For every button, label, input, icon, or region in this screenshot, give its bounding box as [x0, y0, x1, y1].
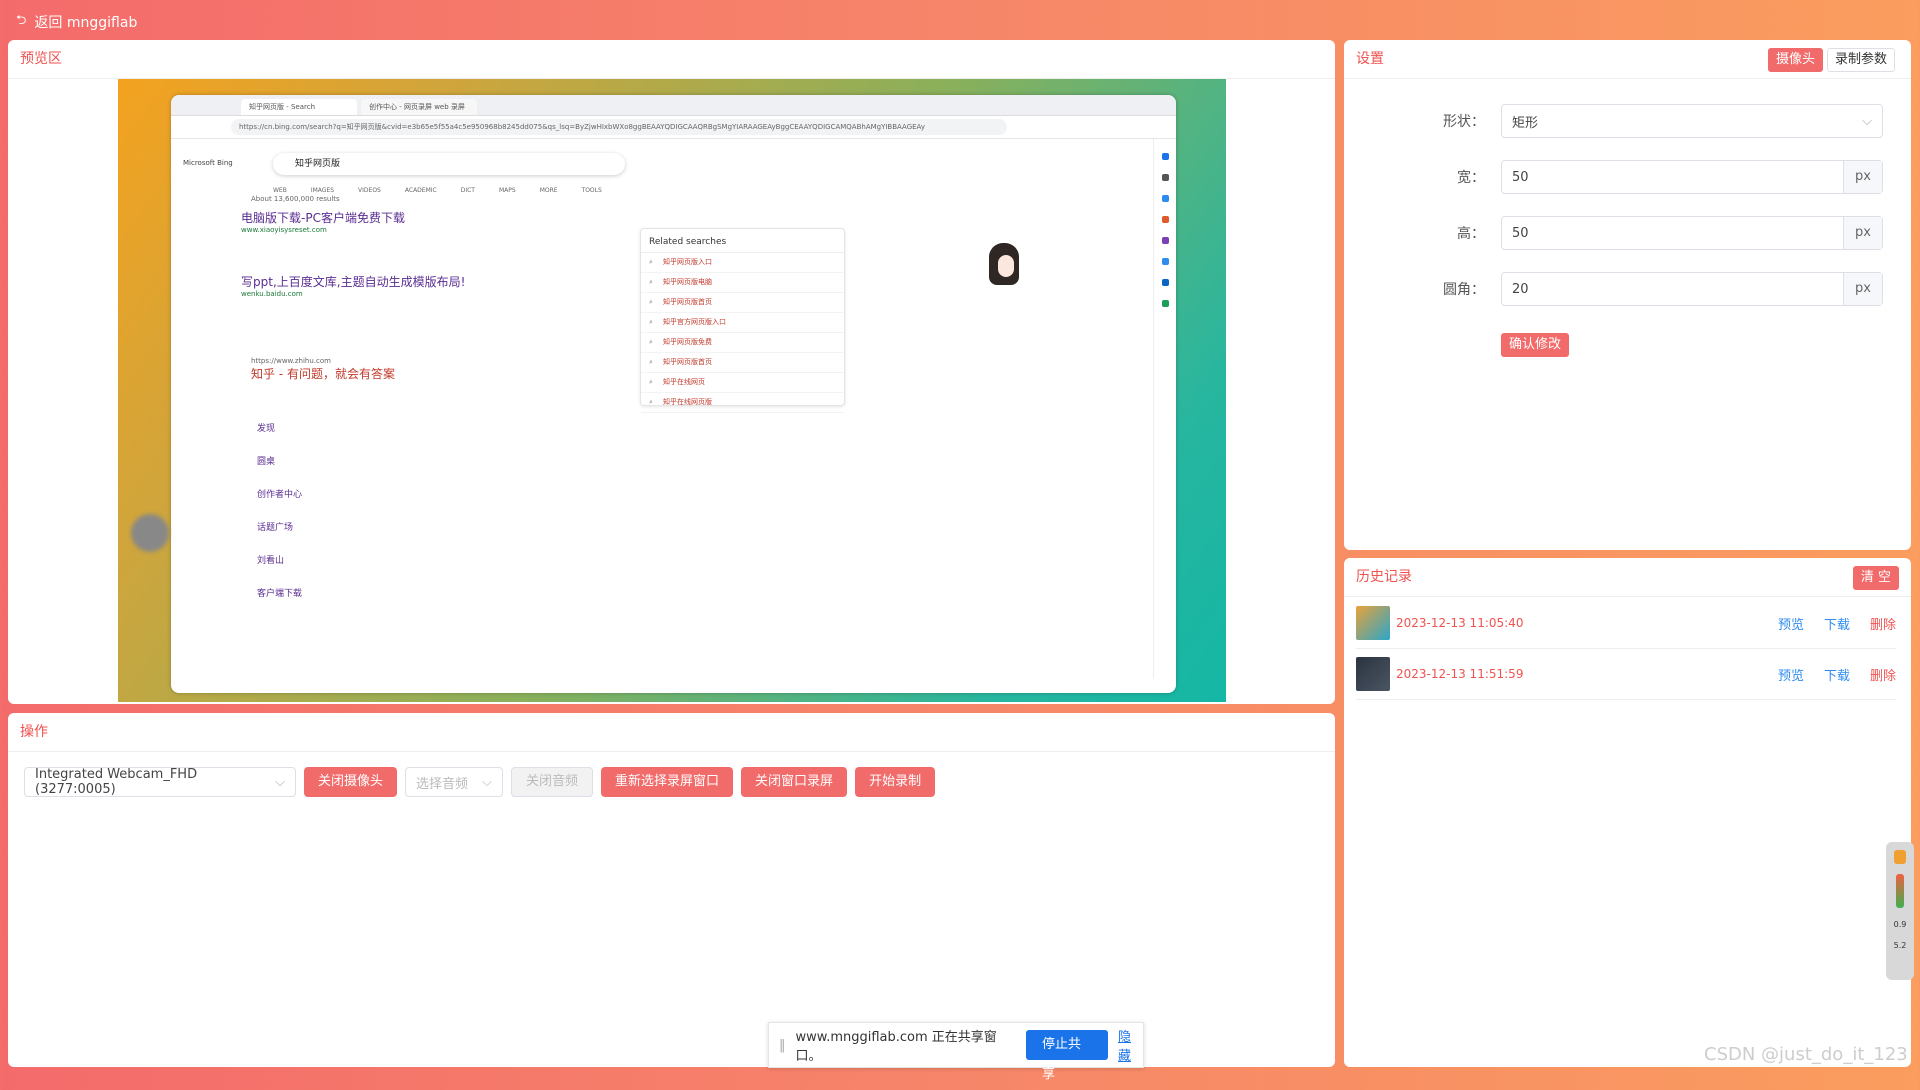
tab-camera[interactable]: 摄像头	[1767, 48, 1823, 72]
share-notification: ‖ www.mnggiflab.com 正在共享窗口。 停止共享 隐藏	[768, 1022, 1144, 1082]
search-result: https://www.zhihu.com 知乎 - 有问题，就会有答案	[251, 357, 395, 381]
reselect-window-button[interactable]: 重新选择录屏窗口	[601, 767, 734, 797]
unit-label: px	[1843, 161, 1882, 193]
clear-button[interactable]: 清 空	[1852, 566, 1899, 590]
watermark: CSDN @just_do_it_123	[1704, 1044, 1908, 1065]
preview-title: 预览区	[8, 40, 1335, 79]
search-result: 写ppt,上百度文库,主题自动生成模版布局! wenku.baidu.com	[241, 275, 466, 298]
browser-tabs: 知乎网页版 - Search 创作中心 - 网页录屏 web 录屏	[171, 95, 1176, 116]
shared-browser-window: 知乎网页版 - Search 创作中心 - 网页录屏 web 录屏 https:…	[171, 95, 1176, 693]
width-label: 宽：	[1457, 170, 1485, 186]
record-time: 2023-12-13 11:05:40	[1396, 616, 1524, 630]
top-bar: ⮌ 返回 mnggiflab	[0, 0, 1920, 40]
bing-search-box: 知乎网页版	[273, 153, 625, 175]
video-thumbnail[interactable]	[1356, 606, 1390, 640]
widget-value-2: 5.2	[1893, 941, 1907, 950]
unit-label: px	[1843, 217, 1882, 249]
preview-panel: 预览区 知乎网页版 - Search 创作中心 - 网页录屏 web 录屏 ht…	[8, 40, 1335, 704]
hide-link[interactable]: 隐藏	[1118, 1026, 1143, 1064]
history-title: 历史记录	[1344, 558, 1911, 597]
settings-tabs: 摄像头 录制参数	[1767, 48, 1895, 72]
bing-nav: WEB IMAGES VIDEOS ACADEMIC DICT MAPS MORE TO…	[273, 187, 602, 194]
chevron-down-icon: ⌵	[482, 774, 493, 790]
start-record-button[interactable]: 开始录制	[855, 767, 936, 797]
height-input[interactable]: 50 px	[1501, 216, 1883, 250]
list-item: 2023-12-13 11:51:59 预览 下载 删除	[1356, 649, 1896, 700]
ops-controls: Integrated Webcam_FHD (3277:0005) ⌵ 关闭摄像…	[24, 767, 936, 797]
back-label: 返回 mnggiflab	[34, 15, 138, 31]
radius-label: 圆角：	[1443, 282, 1485, 298]
results-count: About 13,600,000 results	[251, 195, 340, 203]
delete-link[interactable]: 删除	[1870, 614, 1896, 633]
bing-logo: Microsoft Bing	[183, 159, 233, 167]
height-label: 高：	[1457, 226, 1485, 242]
camera-select[interactable]: Integrated Webcam_FHD (3277:0005) ⌵	[24, 767, 296, 797]
close-audio-button[interactable]: 关闭音频	[511, 767, 594, 797]
radius-input[interactable]: 20 px	[1501, 272, 1883, 306]
history-panel: 历史记录 清 空 2023-12-13 11:05:40 预览 下载 删除 20…	[1344, 558, 1911, 1067]
search-result: 电脑版下载-PC客户端免费下载 www.xiaoyisysreset.com	[241, 211, 405, 234]
record-time: 2023-12-13 11:51:59	[1396, 667, 1524, 681]
chevron-down-icon: ⌵	[1862, 113, 1872, 129]
browser-tab: 创作中心 - 网页录屏 web 录屏	[361, 99, 477, 115]
stop-share-button[interactable]: 停止共享	[1025, 1030, 1108, 1082]
shape-row: 形状： 矩形 ⌵	[1344, 104, 1883, 138]
settings-panel: 设置 摄像头 录制参数 形状： 矩形 ⌵ 宽： 50 px 高： 50 px 圆…	[1344, 40, 1911, 550]
address-bar: https://cn.bing.com/search?q=知乎网页版&cvid=…	[171, 116, 1176, 139]
drag-handle-icon[interactable]: ‖	[779, 1038, 786, 1053]
height-row: 高： 50 px	[1344, 216, 1883, 250]
preview-link[interactable]: 预览	[1778, 665, 1804, 684]
related-searches: Related searches 知乎网页版入口知乎网页版电脑 知乎网页版首页知…	[640, 228, 845, 413]
avatar-icon	[989, 243, 1019, 285]
share-text: www.mnggiflab.com 正在共享窗口。	[795, 1030, 997, 1064]
browser-tab: 知乎网页版 - Search	[241, 99, 357, 115]
download-link[interactable]: 下载	[1824, 614, 1850, 633]
back-link[interactable]: ⮌ 返回 mnggiflab	[16, 11, 137, 33]
unit-label: px	[1843, 273, 1882, 305]
widget-value-1: 0.9	[1893, 920, 1907, 929]
chevron-down-icon: ⌵	[275, 774, 285, 790]
sublinks: 发现 圆桌 创作者中心 话题广场 刘看山 客户端下载	[257, 424, 303, 599]
exit-icon: ⮌	[16, 13, 27, 28]
width-row: 宽： 50 px	[1344, 160, 1883, 194]
close-camera-button[interactable]: 关闭摄像头	[304, 767, 398, 797]
preview-video: 知乎网页版 - Search 创作中心 - 网页录屏 web 录屏 https:…	[118, 79, 1226, 702]
ops-title: 操作	[8, 713, 1335, 752]
shape-label: 形状：	[1443, 114, 1485, 130]
width-input[interactable]: 50 px	[1501, 160, 1883, 194]
camera-overlay	[131, 514, 169, 552]
network-widget: 0.9 5.2	[1886, 842, 1914, 980]
audio-select[interactable]: 选择音频 ⌵	[405, 767, 504, 797]
close-window-record-button[interactable]: 关闭窗口录屏	[741, 767, 848, 797]
shield-icon	[1894, 850, 1906, 864]
bing-header: Microsoft Bing 知乎网页版 WEB IMAGES VIDEOS ACA…	[183, 153, 1083, 194]
preview-link[interactable]: 预览	[1778, 614, 1804, 633]
operations-panel: 操作 Integrated Webcam_FHD (3277:0005) ⌵ 关…	[8, 713, 1335, 1067]
shape-select[interactable]: 矩形 ⌵	[1501, 104, 1883, 138]
radius-row: 圆角： 20 px	[1344, 272, 1883, 306]
video-thumbnail[interactable]	[1356, 657, 1390, 691]
meter-bar	[1896, 874, 1904, 908]
list-item: 2023-12-13 11:05:40 预览 下载 删除	[1356, 598, 1896, 649]
tab-record-params[interactable]: 录制参数	[1826, 48, 1895, 72]
delete-link[interactable]: 删除	[1870, 665, 1896, 684]
browser-sidebar	[1153, 139, 1176, 679]
confirm-button[interactable]: 确认修改	[1501, 333, 1570, 357]
download-link[interactable]: 下载	[1824, 665, 1850, 684]
